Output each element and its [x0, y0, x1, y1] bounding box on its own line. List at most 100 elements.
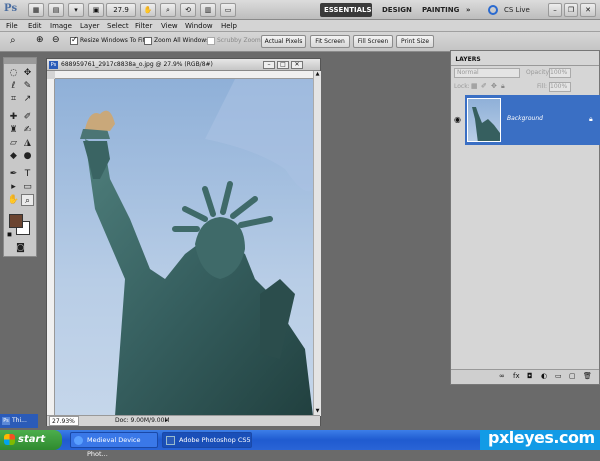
adjustment-layer-icon[interactable]: ◐ — [541, 372, 547, 380]
close-window-button[interactable]: ✕ — [580, 3, 596, 17]
taskbar-item-browser[interactable]: Medieval Device Phot... — [70, 432, 158, 458]
move-tool-icon[interactable]: ✥ — [21, 67, 34, 79]
tools-panel-grip[interactable] — [4, 58, 36, 64]
menu-window[interactable]: Window — [185, 20, 213, 32]
image-canvas[interactable] — [55, 79, 313, 416]
document-close-button[interactable]: ✕ — [291, 61, 303, 69]
resize-windows-checkbox[interactable]: ✓ — [70, 35, 78, 45]
workspace-essentials[interactable]: ESSENTIALS — [320, 3, 372, 17]
lock-all-icon[interactable]: 🔒︎ — [501, 82, 505, 91]
layer-row-background[interactable]: Background 🔒︎ — [465, 95, 600, 145]
brush-tool-icon[interactable]: ✐ — [21, 111, 34, 123]
hand-tool-button[interactable]: ✋ — [140, 3, 156, 17]
print-size-button[interactable]: Print Size — [396, 35, 434, 48]
zoom-all-windows-checkbox[interactable] — [144, 37, 152, 45]
cs-live-button[interactable]: CS Live — [500, 3, 534, 17]
taskbar-item-browser-label: Medieval Device Phot... — [87, 436, 141, 458]
history-brush-tool-icon[interactable]: ✍ — [21, 124, 34, 136]
blur-tool-icon[interactable]: ◆ — [7, 150, 20, 162]
foreground-color-swatch[interactable] — [9, 214, 23, 228]
quick-mask-icon[interactable]: ◙ — [14, 242, 27, 254]
workspace-design[interactable]: DESIGN — [378, 3, 416, 17]
document-vertical-scrollbar[interactable]: ▲ ▼ — [313, 71, 321, 416]
lock-position-icon[interactable]: ✥ — [491, 82, 497, 90]
bridge-button[interactable]: ▦ — [28, 3, 44, 17]
layer-visibility-eye-icon[interactable]: ◉ — [454, 115, 461, 124]
menu-image[interactable]: Image — [50, 20, 72, 32]
application-bar: Ps ▦ ▤ ▾ ▣ 27.9 ✋ ⌕ ⟲ ▥ ▭ ESSENTIALS DES… — [0, 0, 600, 20]
lasso-tool-icon[interactable]: ℓ — [7, 80, 20, 92]
delete-layer-icon[interactable]: 🗑︎ — [583, 372, 592, 380]
document-minimize-button[interactable]: – — [263, 61, 275, 69]
menu-view[interactable]: View — [161, 20, 178, 32]
actual-pixels-button[interactable]: Actual Pixels — [261, 35, 306, 48]
marquee-tool-icon[interactable]: ◌ — [7, 67, 20, 79]
zoom-tool-preset-icon[interactable]: ⌕ — [10, 35, 16, 46]
zoom-tool-icon[interactable]: ⌕ — [21, 194, 34, 206]
start-button[interactable]: start — [0, 430, 62, 450]
dodge-tool-icon[interactable]: ● — [21, 150, 34, 162]
hand-tool-icon[interactable]: ✋ — [7, 194, 20, 206]
lock-transparent-icon[interactable]: ▦ — [471, 82, 478, 90]
horizontal-ruler[interactable] — [55, 71, 313, 79]
menu-filter[interactable]: Filter — [135, 20, 152, 32]
new-group-icon[interactable]: ▭ — [555, 372, 562, 380]
healing-brush-tool-icon[interactable]: ✚ — [7, 111, 20, 123]
scrubby-zoom-label: Scrubby Zoom — [217, 37, 261, 44]
document-maximize-button[interactable]: □ — [277, 61, 289, 69]
layer-mask-icon[interactable]: ◘ — [527, 372, 533, 380]
extras-button[interactable]: ▾ — [68, 3, 84, 17]
scrubby-zoom-checkbox[interactable] — [207, 37, 215, 45]
view-extras-button[interactable]: ▣ — [88, 3, 104, 17]
resize-windows-label: Resize Windows To Fit — [80, 37, 146, 44]
shape-tool-icon[interactable]: ▭ — [21, 181, 34, 193]
restore-window-button[interactable]: ❐ — [564, 3, 578, 17]
layers-panel: LAYERS Normal Opacity: 100% Lock: ▦ ✐ ✥ … — [450, 50, 600, 385]
workspace-painting[interactable]: PAINTING — [418, 3, 463, 17]
path-selection-tool-icon[interactable]: ▸ — [7, 181, 20, 193]
quick-selection-tool-icon[interactable]: ✎ — [21, 80, 34, 92]
layers-tab[interactable]: LAYERS — [451, 55, 485, 65]
minimize-window-button[interactable]: – — [548, 3, 562, 17]
document-title-bar[interactable]: Ps 688959761_2917c8838a_o.jpg @ 27.9% (R… — [47, 59, 320, 71]
menu-help[interactable]: Help — [221, 20, 237, 32]
crop-tool-icon[interactable]: ⌗ — [7, 93, 20, 105]
fit-screen-button[interactable]: Fit Screen — [310, 35, 350, 48]
minimized-panel-tab[interactable]: Ps Thi... — [0, 414, 38, 428]
zoom-level-dropdown[interactable]: 27.9 — [106, 3, 136, 17]
status-menu-arrow-icon[interactable]: ▸ — [165, 416, 168, 426]
zoom-in-icon[interactable]: ⊕ — [36, 35, 44, 45]
paint-bucket-tool-icon[interactable]: ◮ — [21, 137, 34, 149]
more-workspaces-button[interactable]: » — [462, 3, 475, 17]
default-colors-icon[interactable]: ◼ — [7, 231, 12, 238]
screen-mode-button[interactable]: ▭ — [220, 3, 236, 17]
eyedropper-tool-icon[interactable]: ↗ — [21, 93, 34, 105]
vertical-ruler[interactable] — [47, 79, 55, 416]
zoom-tool-button[interactable]: ⌕ — [160, 3, 176, 17]
fill-screen-button[interactable]: Fill Screen — [353, 35, 393, 48]
menu-select[interactable]: Select — [107, 20, 129, 32]
taskbar-item-photoshop[interactable]: Adobe Photoshop CS5 — [162, 432, 252, 448]
type-tool-icon[interactable]: T — [21, 168, 34, 180]
lock-image-icon[interactable]: ✐ — [481, 82, 487, 90]
zoom-out-icon[interactable]: ⊖ — [52, 35, 60, 45]
link-layers-icon[interactable]: ∞ — [499, 372, 505, 380]
mini-bridge-button[interactable]: ▤ — [48, 3, 64, 17]
menu-edit[interactable]: Edit — [28, 20, 42, 32]
opacity-input[interactable]: 100% — [549, 68, 571, 78]
zoom-status-field[interactable]: 27.93% — [49, 416, 79, 426]
arrange-documents-button[interactable]: ▥ — [200, 3, 216, 17]
clone-stamp-tool-icon[interactable]: ♜ — [7, 124, 20, 136]
fill-input[interactable]: 100% — [549, 82, 571, 92]
layer-lock-icon: 🔒︎ — [589, 115, 593, 123]
menu-layer[interactable]: Layer — [80, 20, 100, 32]
pen-tool-icon[interactable]: ✒ — [7, 168, 20, 180]
document-status-bar: 27.93% Doc: 9.00M/9.00M ▸ — [47, 415, 320, 426]
scroll-up-arrow-icon[interactable]: ▲ — [314, 71, 321, 79]
menu-file[interactable]: File — [6, 20, 18, 32]
layer-style-icon[interactable]: fx — [513, 372, 520, 380]
rotate-view-button[interactable]: ⟲ — [180, 3, 196, 17]
eraser-tool-icon[interactable]: ▱ — [7, 137, 20, 149]
blend-mode-dropdown[interactable]: Normal — [454, 68, 520, 78]
new-layer-icon[interactable]: ▢ — [569, 372, 576, 380]
